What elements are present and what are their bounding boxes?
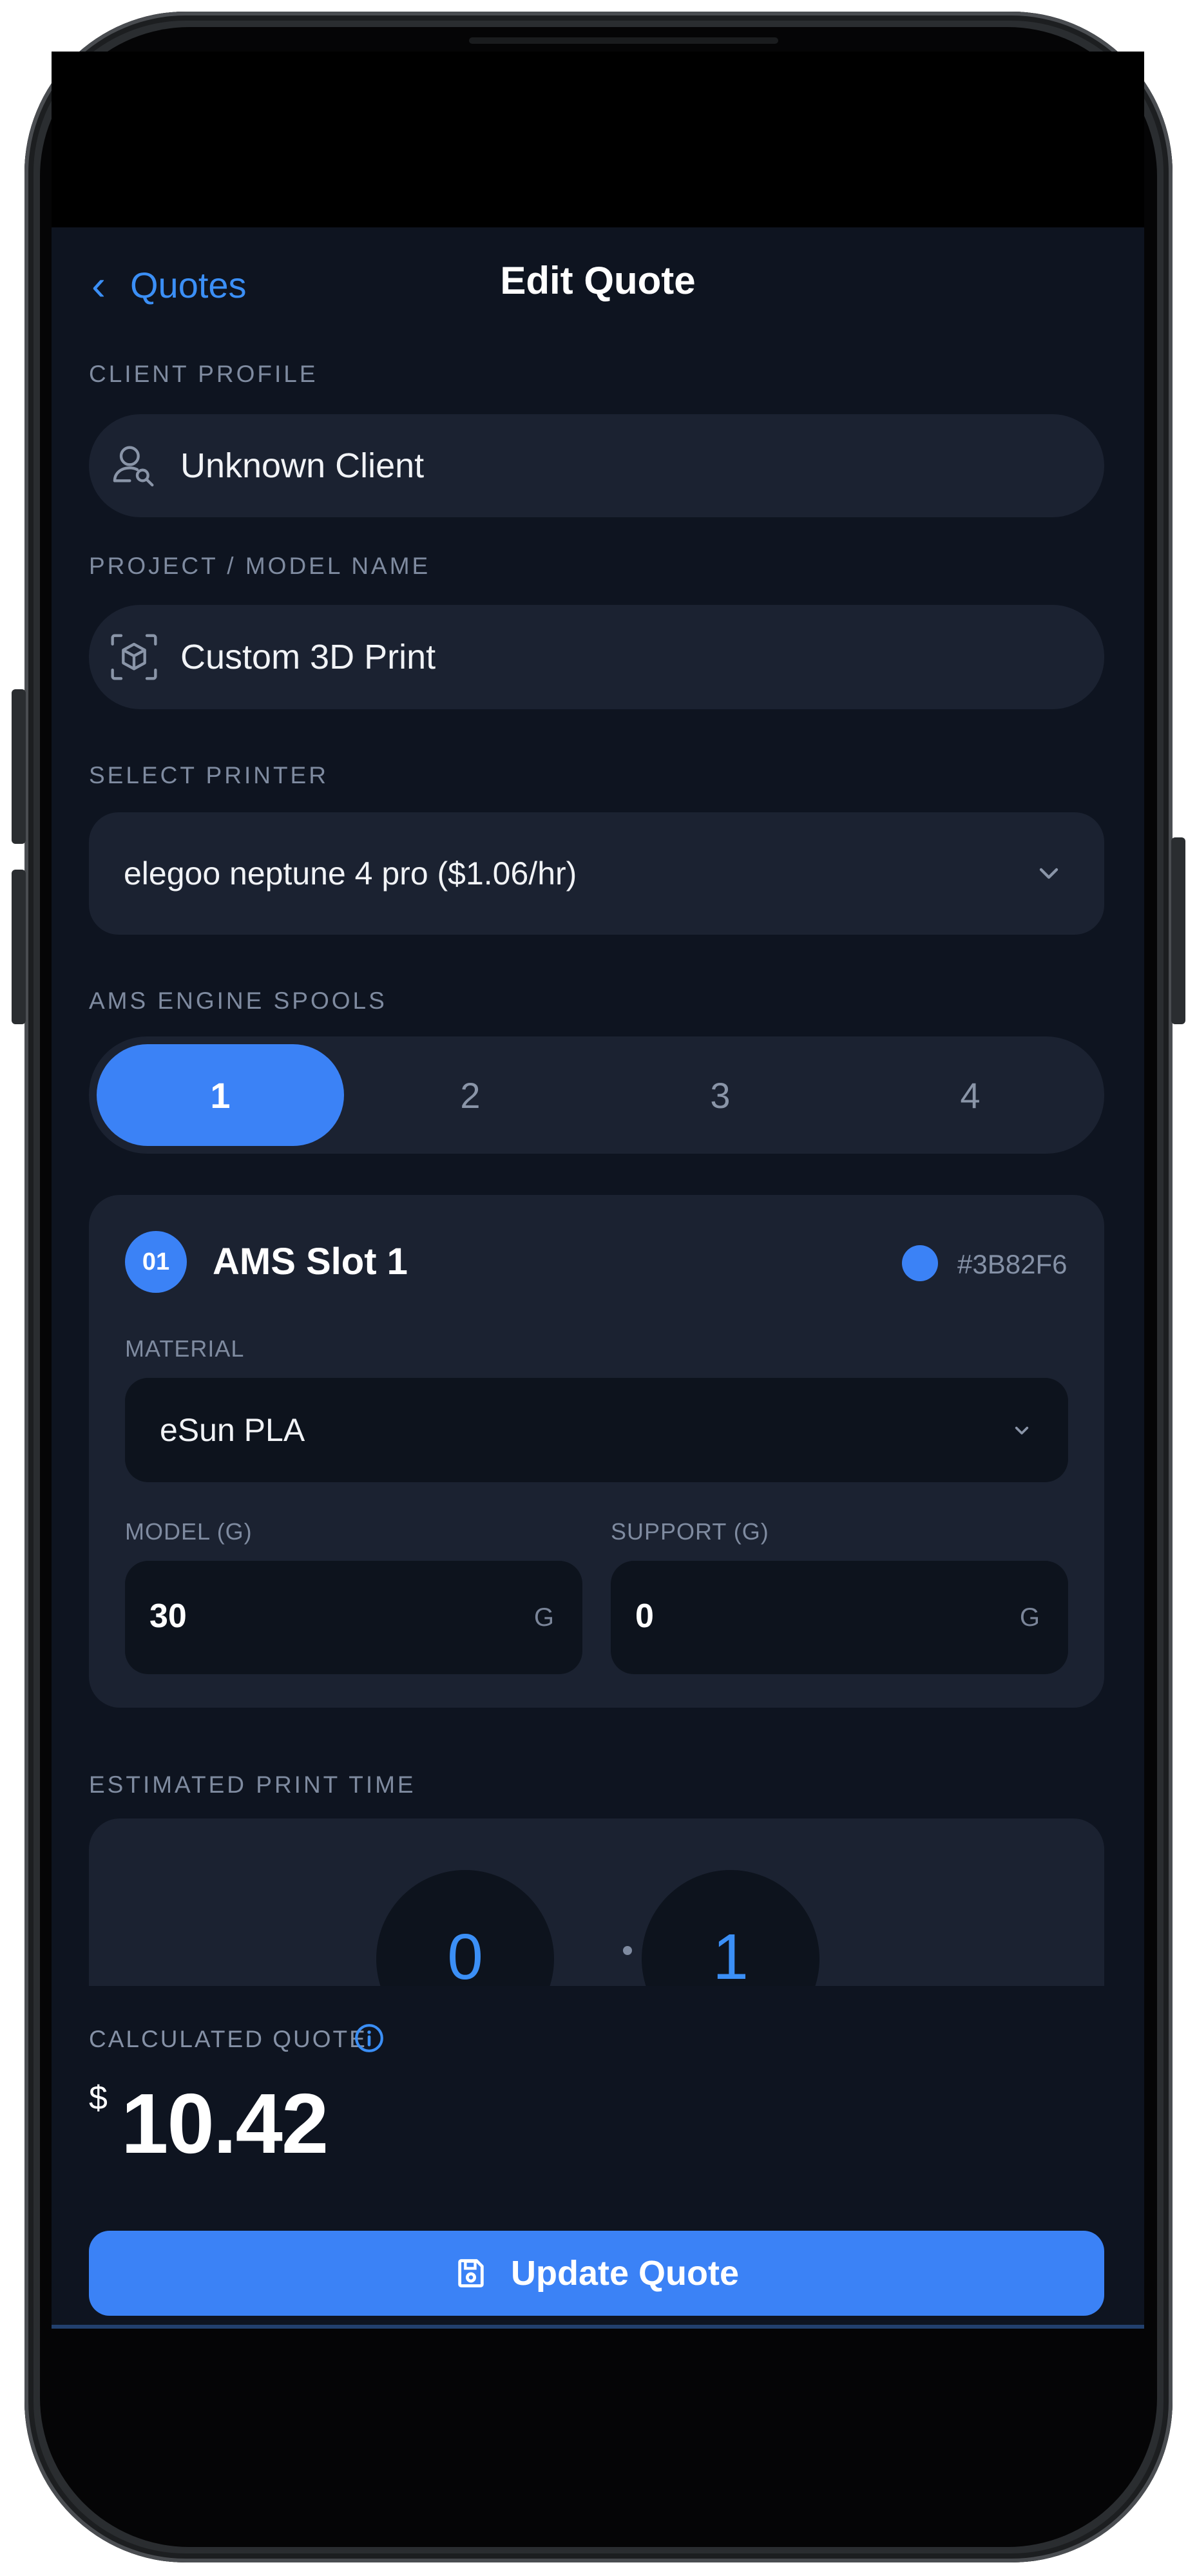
quote-footer: CALCULATED QUOTE $ 10.42 Update Quote <box>52 1986 1144 2329</box>
print-time-panel: 0 1 <box>89 1818 1104 1986</box>
model-weight-label: MODEL (G) <box>125 1518 253 1545</box>
ams-slot-card: 01 AMS Slot 1 #3B82F6 MATERIAL eSun PLA … <box>89 1195 1104 1708</box>
cube-scan-icon <box>111 634 157 680</box>
printer-select[interactable]: elegoo neptune 4 pro ($1.06/hr) <box>89 812 1104 935</box>
spool-tab-2[interactable]: 2 <box>347 1044 594 1146</box>
hours-wheel[interactable]: 0 <box>376 1870 554 1986</box>
app-screen: ‹ Quotes Edit Quote CLIENT PROFILE Unkno… <box>52 227 1144 2329</box>
printer-select-value: elegoo neptune 4 pro ($1.06/hr) <box>124 855 577 892</box>
print-time-label: ESTIMATED PRINT TIME <box>89 1771 416 1798</box>
spool-tab-1[interactable]: 1 <box>97 1044 344 1146</box>
time-separator <box>623 1946 632 1955</box>
model-weight-unit: G <box>533 1603 554 1632</box>
minutes-wheel[interactable]: 1 <box>642 1870 819 1986</box>
user-search-icon <box>113 446 154 487</box>
support-weight-value: 0 <box>635 1598 654 1635</box>
client-profile-field[interactable]: Unknown Client <box>89 414 1104 517</box>
slot-number-badge: 01 <box>125 1231 187 1293</box>
bottom-edge-line <box>52 2325 1144 2329</box>
model-weight-value: 30 <box>149 1598 187 1635</box>
volume-down-button <box>12 870 26 1024</box>
material-label: MATERIAL <box>125 1335 245 1362</box>
filament-color-swatch[interactable] <box>902 1245 938 1281</box>
project-name-field[interactable]: Custom 3D Print <box>89 605 1104 709</box>
slot-title: AMS Slot 1 <box>213 1241 408 1283</box>
update-quote-button[interactable]: Update Quote <box>89 2231 1104 2316</box>
power-button <box>1171 837 1185 1024</box>
update-quote-label: Update Quote <box>510 2254 739 2293</box>
earpiece-speaker <box>469 37 778 44</box>
filament-color-hex: #3B82F6 <box>957 1249 1068 1279</box>
spool-selector: 1 2 3 4 <box>89 1036 1104 1154</box>
chevron-down-icon <box>1039 868 1058 879</box>
select-printer-label: SELECT PRINTER <box>89 762 329 788</box>
client-profile-value: Unknown Client <box>180 446 425 485</box>
chevron-down-icon <box>1015 1426 1029 1435</box>
material-select[interactable]: eSun PLA <box>125 1378 1068 1482</box>
volume-up-button <box>12 689 26 844</box>
spool-tab-3[interactable]: 3 <box>597 1044 844 1146</box>
support-weight-input[interactable]: 0 G <box>611 1561 1068 1674</box>
ams-spools-label: AMS ENGINE SPOOLS <box>89 987 387 1014</box>
client-profile-label: CLIENT PROFILE <box>89 361 318 387</box>
model-weight-input[interactable]: 30 G <box>125 1561 582 1674</box>
support-weight-unit: G <box>1019 1603 1040 1632</box>
info-icon[interactable] <box>353 2022 385 2054</box>
currency-symbol: $ <box>89 2079 108 2117</box>
project-name-value: Custom 3D Print <box>180 638 436 676</box>
material-select-value: eSun PLA <box>160 1412 305 1448</box>
calculated-quote-label: CALCULATED QUOTE <box>89 2026 367 2052</box>
project-name-label: PROJECT / MODEL NAME <box>89 553 431 579</box>
support-weight-label: SUPPORT (G) <box>611 1518 769 1545</box>
nav-header: ‹ Quotes Edit Quote <box>52 227 1144 337</box>
save-icon <box>458 2259 484 2287</box>
spool-tab-4[interactable]: 4 <box>847 1044 1094 1146</box>
status-bar-area <box>52 52 1144 227</box>
quote-amount: 10.42 <box>121 2076 329 2171</box>
page-title: Edit Quote <box>500 259 696 302</box>
